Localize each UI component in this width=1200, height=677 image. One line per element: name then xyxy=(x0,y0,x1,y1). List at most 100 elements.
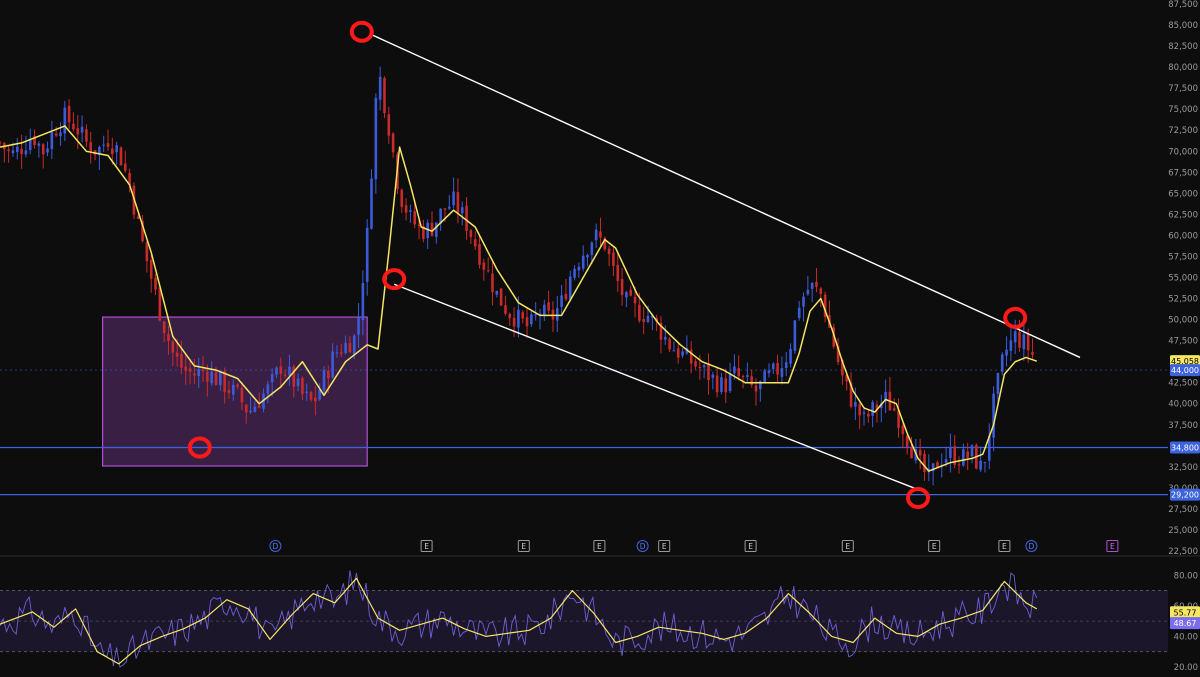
earnings-marker[interactable]: E xyxy=(420,540,433,552)
earnings-marker[interactable]: E xyxy=(744,540,757,552)
candle-body xyxy=(728,373,732,392)
rsi-tick-label: 40.00 xyxy=(1174,632,1198,642)
candle-body xyxy=(430,222,434,236)
candle-body xyxy=(249,410,252,413)
candle-body xyxy=(201,369,205,371)
price-tick-label: 62,500 xyxy=(1168,210,1198,220)
candle-body xyxy=(102,144,105,146)
dividend-marker[interactable]: D xyxy=(269,540,282,552)
candle-body xyxy=(715,375,719,393)
candle-body xyxy=(59,132,62,137)
candle-body xyxy=(486,270,490,272)
candle-body xyxy=(413,211,417,225)
price-badge-label: 34,800 xyxy=(1171,443,1199,452)
candle-body xyxy=(197,369,201,377)
candle-body xyxy=(296,378,300,387)
price-tick-label: 25,000 xyxy=(1168,526,1198,536)
candle-body xyxy=(789,348,792,364)
earnings-marker[interactable]: E xyxy=(658,540,671,552)
rsi-tick-label: 20.00 xyxy=(1174,663,1198,673)
event-label: E xyxy=(597,542,602,551)
candle-body xyxy=(962,449,965,466)
candle-body xyxy=(20,148,23,155)
candle-body xyxy=(50,132,54,150)
candle-body xyxy=(957,464,961,466)
price-badge: 44,000 xyxy=(1170,364,1200,377)
candle-body xyxy=(387,114,391,136)
candle-body xyxy=(465,205,468,231)
candle-body xyxy=(270,374,274,383)
candle-body xyxy=(145,241,149,262)
candle-body xyxy=(672,350,676,352)
candle-body xyxy=(784,362,788,368)
candle-body xyxy=(210,371,213,384)
event-label: D xyxy=(640,542,646,551)
candle-body xyxy=(41,144,45,155)
dividend-marker[interactable]: D xyxy=(1025,540,1038,552)
event-label: E xyxy=(845,542,850,551)
candle-body xyxy=(361,283,365,321)
candle-body xyxy=(158,287,162,321)
candle-body xyxy=(409,210,412,212)
trading-chart[interactable]: D E E E D E E E E E D E 87,500 85,000 82,500 80,000 77,… xyxy=(0,0,1200,677)
price-tick-label: 37,500 xyxy=(1168,421,1198,431)
candle-body xyxy=(339,352,343,354)
candle-body xyxy=(344,342,347,354)
range-box-rect[interactable] xyxy=(101,316,368,467)
candle-body xyxy=(944,459,948,463)
candle-body xyxy=(663,336,667,340)
candle-body xyxy=(309,392,313,400)
candle-body xyxy=(1013,331,1017,343)
candle-body xyxy=(771,363,775,370)
earnings-marker[interactable]: E xyxy=(928,540,941,552)
event-label: E xyxy=(521,542,526,551)
candle-body xyxy=(525,317,529,327)
candle-body xyxy=(517,309,520,328)
candle-body xyxy=(374,97,378,180)
candle-body xyxy=(76,128,80,135)
price-tick-label: 85,000 xyxy=(1168,21,1198,31)
candle-body xyxy=(1026,334,1030,351)
candle-body xyxy=(910,447,913,459)
earnings-marker[interactable]: E xyxy=(517,540,530,552)
candle-body xyxy=(607,248,611,255)
range-box[interactable] xyxy=(101,316,368,467)
candle-body xyxy=(638,304,641,321)
price-tick-label: 32,500 xyxy=(1168,463,1198,473)
candle-body xyxy=(504,305,507,314)
candle-body xyxy=(763,370,766,383)
candle-body xyxy=(106,143,110,147)
candle-body xyxy=(352,335,356,355)
candle-body xyxy=(668,338,671,350)
candle-body xyxy=(620,279,624,295)
price-tick-label: 40,000 xyxy=(1168,400,1198,410)
candle-body xyxy=(378,76,382,100)
candle-body xyxy=(797,307,801,319)
event-label: E xyxy=(662,542,667,551)
candle-body xyxy=(491,273,494,293)
earnings-marker[interactable]: E xyxy=(1106,540,1119,552)
price-tick-label: 72,500 xyxy=(1168,126,1198,136)
candle-body xyxy=(966,451,969,458)
candle-body xyxy=(482,262,486,270)
candle-body xyxy=(335,352,339,354)
candle-body xyxy=(633,296,637,304)
candle-body xyxy=(111,148,114,155)
candle-body xyxy=(698,366,702,369)
candle-body xyxy=(1018,331,1021,348)
candle-body xyxy=(694,361,697,367)
earnings-marker[interactable]: E xyxy=(593,540,606,552)
event-label: E xyxy=(1002,542,1007,551)
earnings-marker[interactable]: E xyxy=(998,540,1011,552)
candle-body xyxy=(227,390,231,393)
candle-body xyxy=(314,397,317,402)
candle-body xyxy=(266,384,270,394)
earnings-marker[interactable]: E xyxy=(841,540,854,552)
candle-body xyxy=(253,406,257,412)
candle-body xyxy=(750,376,753,386)
candle-body xyxy=(918,449,922,456)
candle-body xyxy=(802,296,805,307)
candle-body xyxy=(555,308,559,321)
dividend-marker[interactable]: D xyxy=(636,540,649,552)
price-tick-label: 70,000 xyxy=(1168,147,1198,157)
